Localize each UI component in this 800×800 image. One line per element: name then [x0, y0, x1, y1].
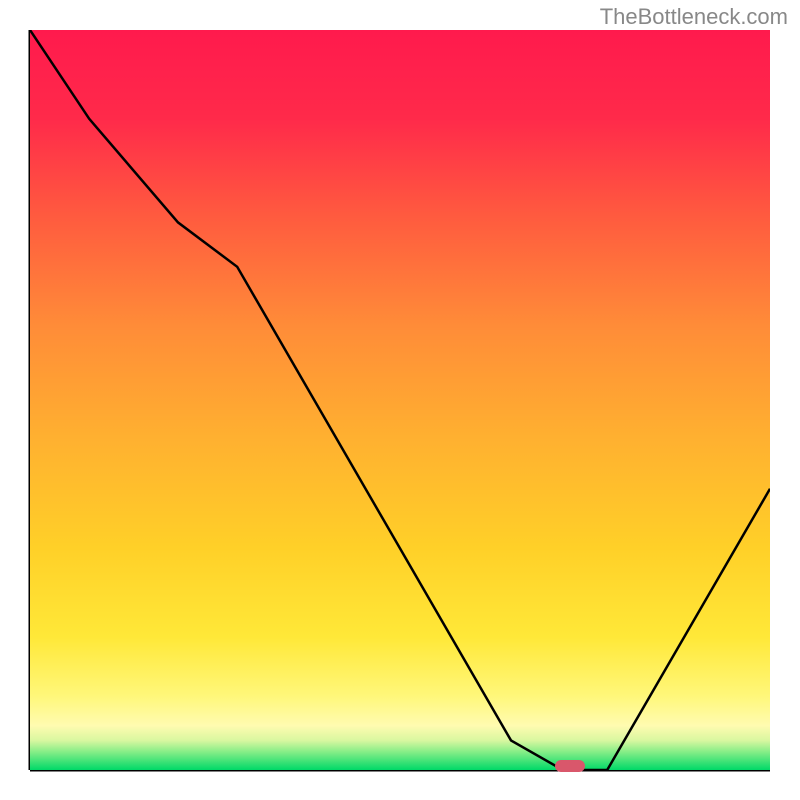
optimal-marker [555, 760, 585, 772]
bottleneck-curve [30, 30, 770, 770]
watermark-text: TheBottleneck.com [600, 4, 788, 30]
chart-container: TheBottleneck.com [0, 0, 800, 800]
plot-area [30, 30, 770, 770]
